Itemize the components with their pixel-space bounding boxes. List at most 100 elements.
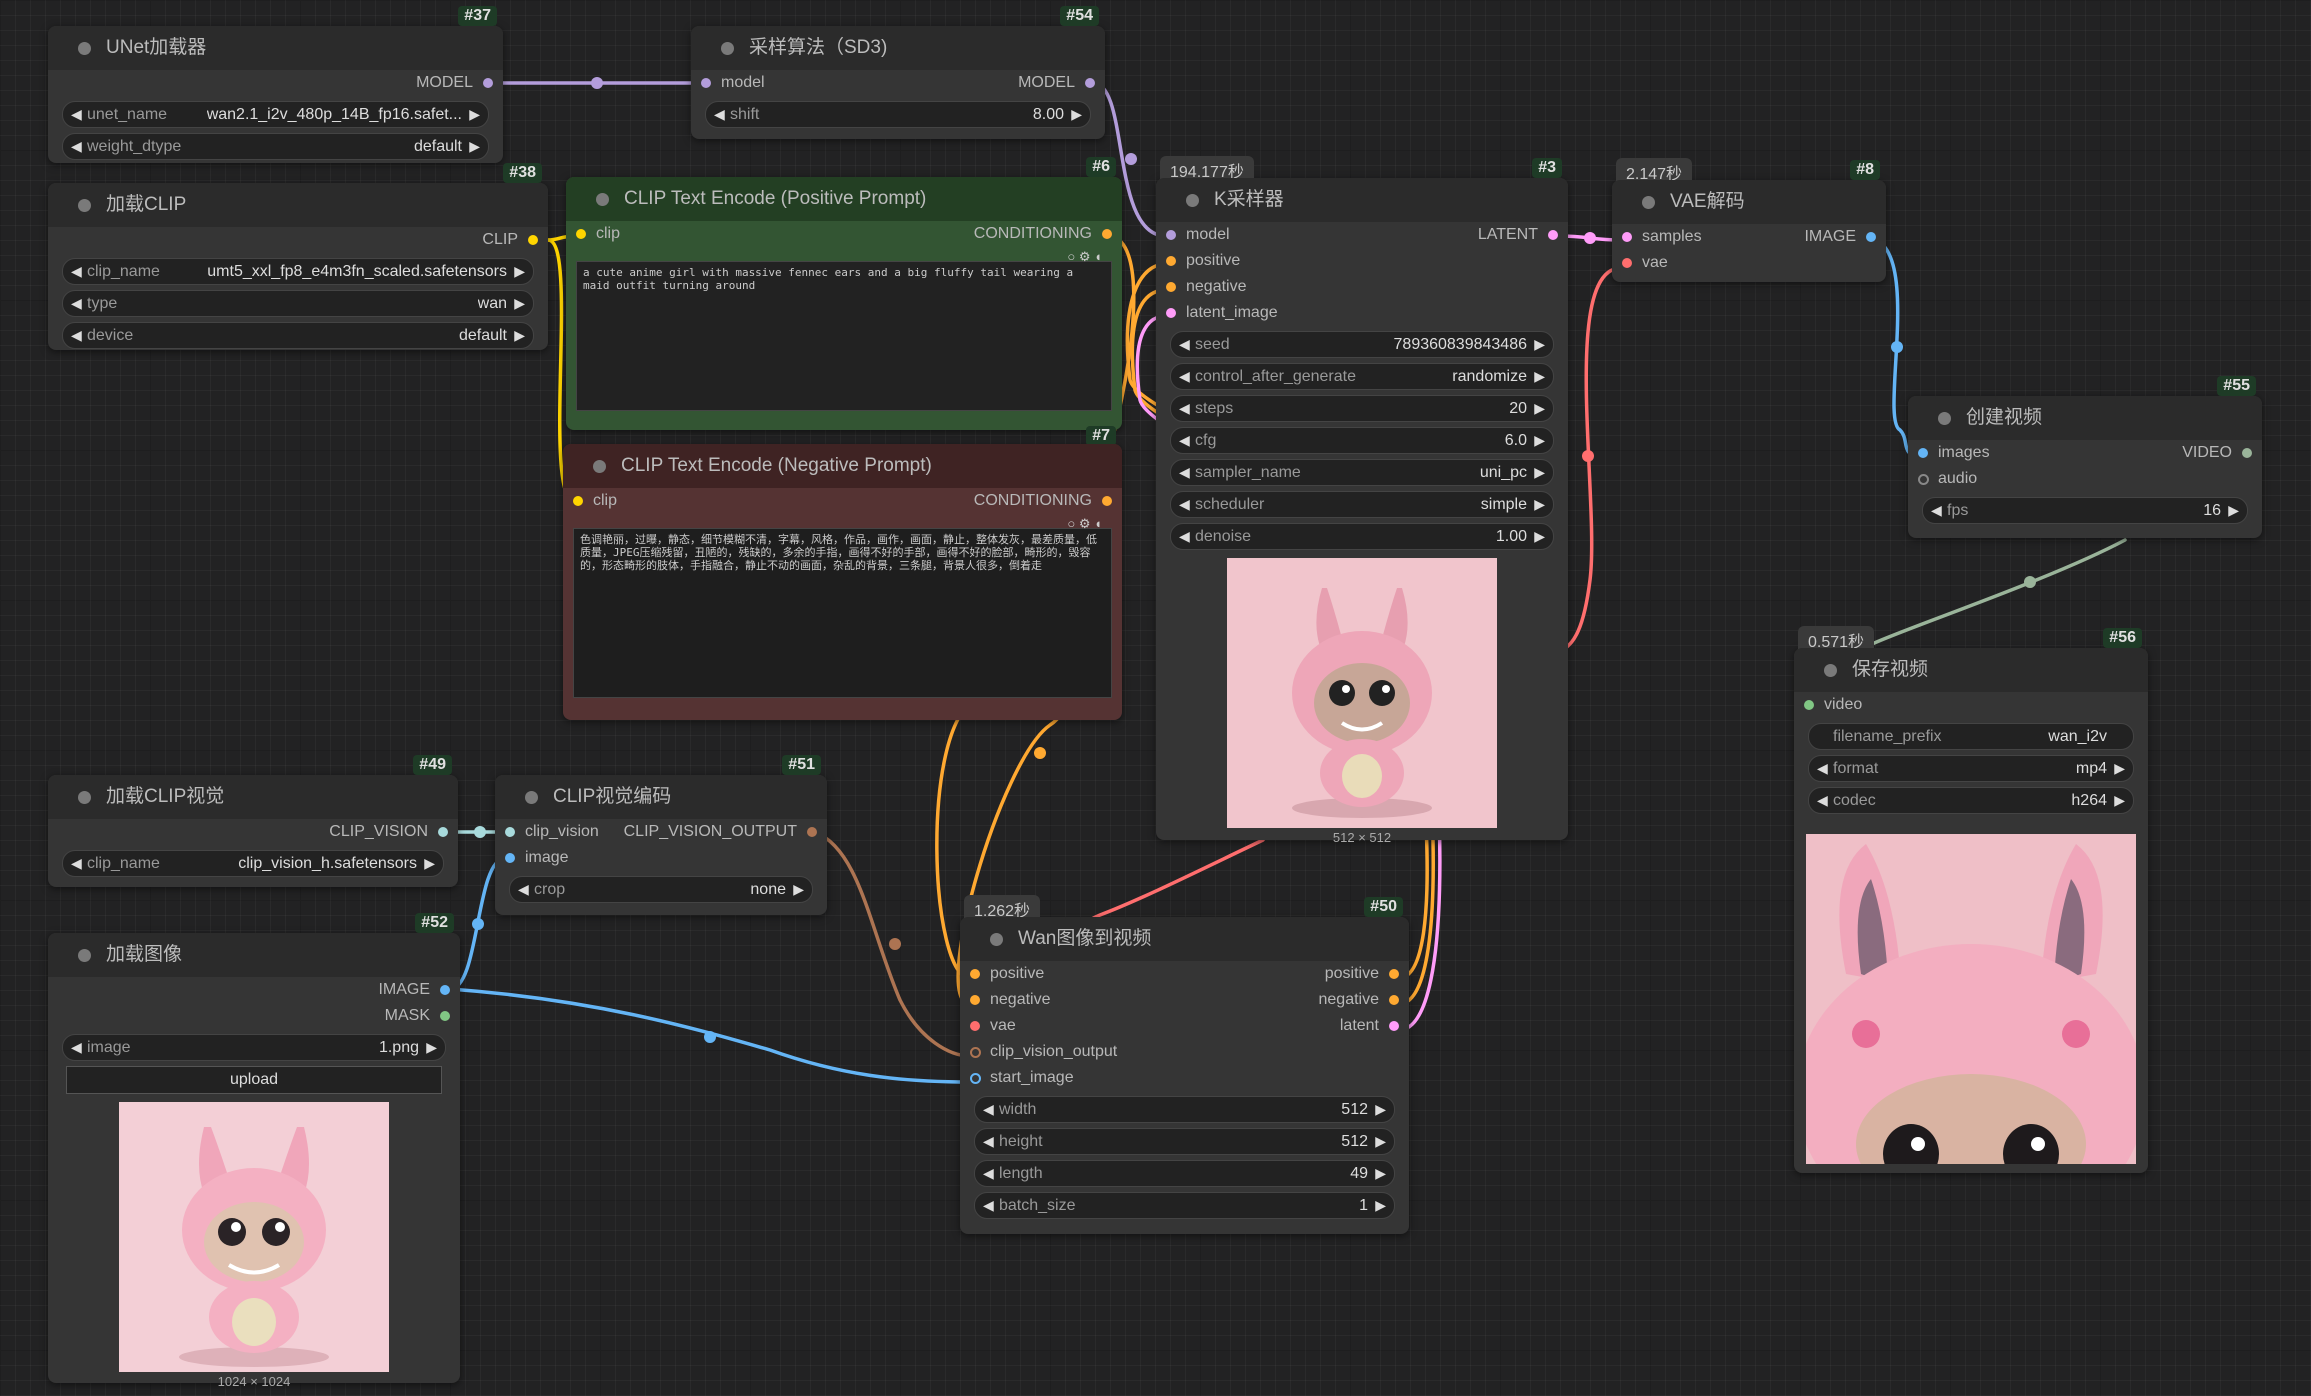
widget-clip-vision-name[interactable]: ◀ clip_name clip_vision_h.safetensors ▶ [62,850,444,877]
input-socket[interactable] [1166,282,1176,292]
collapse-dot-icon[interactable] [1186,194,1199,207]
node-negative-prompt[interactable]: #7 CLIP Text Encode (Negative Prompt) cl… [563,426,1122,720]
node-title[interactable]: CLIP Text Encode (Negative Prompt) [563,444,1122,488]
input-socket[interactable] [1918,448,1928,458]
input-socket[interactable] [1918,474,1929,485]
speaker-icon[interactable]: ◖ [1094,516,1102,531]
input-socket[interactable] [1166,308,1176,318]
widget-weight-dtype[interactable]: ◀ weight_dtype default ▶ [62,133,489,160]
widget-fps[interactable]: ◀ fps 16 ▶ [1922,497,2248,524]
prompt-textarea[interactable]: a cute anime girl with massive fennec ea… [576,261,1112,411]
widget-codec[interactable]: ◀ codec h264 ▶ [1808,787,2134,814]
gear-icon[interactable]: ⚙ [1079,516,1091,531]
collapse-dot-icon[interactable] [1642,196,1655,209]
output-socket[interactable] [1085,78,1095,88]
node-wan-image-to-video[interactable]: 1.262秒 #50 Wan图像到视频 positive positive neg… [960,895,1409,1234]
node-vae-decode[interactable]: 2.147秒 #8 VAE解码 samples IMAGE vae [1612,158,1886,282]
left-arrow-icon[interactable]: ◀ [71,134,82,159]
left-arrow-icon[interactable]: ◀ [1179,492,1190,517]
right-arrow-icon[interactable]: ▶ [793,877,804,902]
node-title[interactable]: UNet加载器 [48,26,503,70]
output-socket[interactable] [528,235,538,245]
collapse-dot-icon[interactable] [525,791,538,804]
widget-sampler-name[interactable]: ◀ sampler_name uni_pc ▶ [1170,459,1554,486]
widget-shift[interactable]: ◀ shift 8.00 ▶ [705,101,1091,128]
left-arrow-icon[interactable]: ◀ [983,1161,994,1186]
node-positive-prompt[interactable]: #6 CLIP Text Encode (Positive Prompt) cl… [566,157,1122,430]
collapse-dot-icon[interactable] [990,933,1003,946]
node-save-video[interactable]: 0.571秒 #56 保存视频 video filename_prefix wan… [1794,626,2148,1173]
left-arrow-icon[interactable]: ◀ [518,877,529,902]
left-arrow-icon[interactable]: ◀ [1179,332,1190,357]
input-socket[interactable] [576,229,586,239]
collapse-dot-icon[interactable] [78,199,91,212]
input-socket[interactable] [970,1047,981,1058]
node-clip-vision-loader[interactable]: #49 加载CLIP视觉 CLIP_VISION ◀ clip_name clip_… [48,755,458,887]
collapse-dot-icon[interactable] [596,193,609,206]
input-socket[interactable] [970,969,980,979]
right-arrow-icon[interactable]: ▶ [1534,524,1545,549]
collapse-dot-icon[interactable] [1824,664,1837,677]
input-socket[interactable] [1166,256,1176,266]
left-arrow-icon[interactable]: ◀ [983,1193,994,1218]
collapse-dot-icon[interactable] [78,949,91,962]
right-arrow-icon[interactable]: ▶ [1534,428,1545,453]
widget-batch-size[interactable]: ◀ batch_size 1 ▶ [974,1192,1395,1219]
left-arrow-icon[interactable]: ◀ [1931,498,1942,523]
right-arrow-icon[interactable]: ▶ [426,1035,437,1060]
node-title[interactable]: K采样器 [1156,178,1568,222]
collapse-dot-icon[interactable] [78,791,91,804]
left-arrow-icon[interactable]: ◀ [1817,756,1828,781]
widget-filename-prefix[interactable]: filename_prefix wan_i2v [1808,723,2134,750]
video-preview[interactable] [1806,834,2136,1164]
node-create-video[interactable]: #55 创建视频 images VIDEO audio ◀ fps 16 ▶ [1908,376,2262,538]
input-socket[interactable] [1622,258,1632,268]
left-arrow-icon[interactable]: ◀ [1179,396,1190,421]
node-title[interactable]: 加载CLIP视觉 [48,775,458,819]
prompt-textarea[interactable]: 色调艳丽，过曝，静态，细节模糊不清，字幕，风格，作品，画作，画面，静止，整体发灰… [573,528,1112,698]
speaker-icon[interactable]: ◖ [1094,249,1102,264]
circle-icon[interactable]: ○ [1067,516,1075,531]
output-socket[interactable] [1102,229,1112,239]
left-arrow-icon[interactable]: ◀ [71,259,82,284]
right-arrow-icon[interactable]: ▶ [1534,364,1545,389]
left-arrow-icon[interactable]: ◀ [71,851,82,876]
output-socket[interactable] [440,1011,450,1021]
node-title[interactable]: 保存视频 [1794,648,2148,692]
widget-steps[interactable]: ◀ steps 20 ▶ [1170,395,1554,422]
left-arrow-icon[interactable]: ◀ [983,1097,994,1122]
collapse-dot-icon[interactable] [78,42,91,55]
output-socket[interactable] [1102,496,1112,506]
output-socket[interactable] [2242,448,2252,458]
widget-width[interactable]: ◀ width 512 ▶ [974,1096,1395,1123]
widget-denoise[interactable]: ◀ denoise 1.00 ▶ [1170,523,1554,550]
right-arrow-icon[interactable]: ▶ [514,259,525,284]
right-arrow-icon[interactable]: ▶ [424,851,435,876]
circle-icon[interactable]: ○ [1067,249,1075,264]
left-arrow-icon[interactable]: ◀ [71,323,82,348]
left-arrow-icon[interactable]: ◀ [1179,524,1190,549]
right-arrow-icon[interactable]: ▶ [1534,460,1545,485]
node-title[interactable]: 加载CLIP [48,183,548,227]
collapse-dot-icon[interactable] [593,460,606,473]
output-socket[interactable] [1389,995,1399,1005]
node-unet-loader[interactable]: #37 UNet加载器 MODEL ◀ unet_name wan2.1_i2v_4… [48,6,503,163]
right-arrow-icon[interactable]: ▶ [1534,396,1545,421]
node-title[interactable]: 加载图像 [48,933,460,977]
input-socket[interactable] [970,995,980,1005]
output-socket[interactable] [1389,969,1399,979]
input-socket[interactable] [1804,700,1814,710]
input-socket[interactable] [505,827,515,837]
widget-unet-name[interactable]: ◀ unet_name wan2.1_i2v_480p_14B_fp16.safet… [62,101,489,128]
right-arrow-icon[interactable]: ▶ [514,291,525,316]
node-title[interactable]: VAE解码 [1612,180,1886,224]
widget-cfg[interactable]: ◀ cfg 6.0 ▶ [1170,427,1554,454]
left-arrow-icon[interactable]: ◀ [1817,788,1828,813]
left-arrow-icon[interactable]: ◀ [1179,428,1190,453]
right-arrow-icon[interactable]: ▶ [2114,756,2125,781]
node-clip-vision-encode[interactable]: #51 CLIP视觉编码 clip_vision CLIP_VISION_OUTP… [495,755,827,915]
output-socket[interactable] [1389,1021,1399,1031]
right-arrow-icon[interactable]: ▶ [469,102,480,127]
left-arrow-icon[interactable]: ◀ [714,102,725,127]
input-socket[interactable] [573,496,583,506]
